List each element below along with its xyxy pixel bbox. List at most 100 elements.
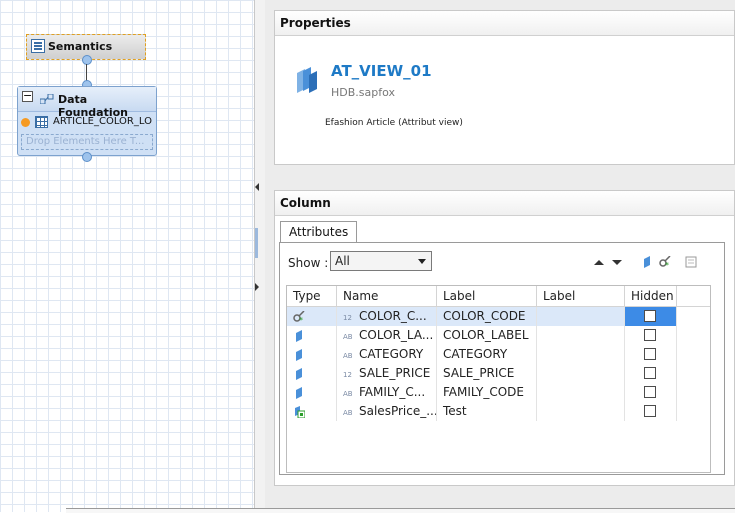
table-header: Type Name Label Label Column Hidden: [287, 286, 710, 323]
name-cell[interactable]: 12 SALE_PRICE: [337, 364, 437, 383]
hidden-checkbox[interactable]: [644, 405, 656, 417]
column-header-label[interactable]: Label: [437, 286, 537, 306]
properties-panel: Properties AT_VIEW_01 HDB.sapfox Efashio…: [274, 10, 735, 165]
hidden-cell: [625, 326, 677, 345]
drop-zone[interactable]: Drop Elements Here T...: [21, 134, 153, 150]
show-filter-select[interactable]: All: [330, 251, 432, 271]
package-name: HDB.sapfox: [331, 86, 396, 99]
hidden-checkbox[interactable]: [644, 329, 656, 341]
tab-attributes[interactable]: Attributes: [280, 221, 358, 243]
collapse-left-arrow-icon[interactable]: [255, 183, 259, 191]
table-item-label: ARTICLE_COLOR_LO: [53, 116, 152, 127]
view-description: Efashion Article (Attribut view): [325, 118, 463, 128]
table-row[interactable]: AB CATEGORY CATEGORY: [287, 345, 710, 364]
name-cell[interactable]: AB FAMILY_C...: [337, 383, 437, 402]
hidden-cell: [625, 383, 677, 402]
column-panel: Column Attributes Show : All * Type Name…: [274, 190, 735, 486]
hidden-cell: [625, 345, 677, 364]
name-value: COLOR_LA...: [359, 328, 434, 342]
label-column-cell[interactable]: [537, 326, 625, 345]
data-type-badge: AB: [343, 333, 353, 341]
key-attribute-icon: *: [293, 311, 305, 323]
semantics-connector[interactable]: [82, 55, 92, 65]
table-item[interactable]: ARTICLE_COLOR_LO: [18, 115, 156, 131]
name-value: COLOR_C...: [359, 309, 427, 323]
data-foundation-header: − Data Foundation: [18, 87, 156, 119]
connector-line: [86, 64, 87, 81]
name-cell[interactable]: 12 COLOR_C...: [337, 307, 437, 326]
svg-text:*: *: [299, 316, 303, 323]
status-dot-icon: [21, 118, 30, 127]
name-value: FAMILY_C...: [359, 385, 426, 399]
label-column-cell[interactable]: [537, 307, 625, 326]
hidden-cell: [625, 307, 677, 326]
type-cell: [287, 402, 337, 421]
remove-attribute-icon[interactable]: [685, 256, 697, 268]
data-type-badge: AB: [343, 409, 353, 417]
type-cell: [287, 345, 337, 364]
hidden-checkbox[interactable]: [644, 367, 656, 379]
name-value: CATEGORY: [359, 347, 424, 361]
properties-title: Properties: [275, 11, 734, 36]
table-row[interactable]: AB FAMILY_C... FAMILY_CODE: [287, 383, 710, 402]
name-value: SalesPrice_...: [359, 404, 437, 418]
name-cell[interactable]: AB CATEGORY: [337, 345, 437, 364]
table-row[interactable]: * 12 COLOR_C... COLOR_CODE: [287, 307, 710, 326]
show-label: Show :: [288, 256, 329, 270]
move-up-icon[interactable]: [593, 256, 605, 268]
svg-text:*: *: [665, 261, 669, 268]
data-foundation-node[interactable]: − Data Foundation ARTICLE_COLOR_LO Drop …: [17, 86, 157, 156]
table-row[interactable]: 12 SALE_PRICE SALE_PRICE: [287, 364, 710, 383]
hidden-checkbox[interactable]: [644, 310, 656, 322]
status-bar: [66, 508, 735, 513]
column-header-label-column[interactable]: Label Column: [537, 286, 625, 323]
label-cell[interactable]: CATEGORY: [437, 345, 537, 364]
name-cell[interactable]: AB SalesPrice_...: [337, 402, 437, 421]
expand-right-arrow-icon[interactable]: [255, 283, 259, 291]
right-panel: Properties AT_VIEW_01 HDB.sapfox Efashio…: [265, 0, 735, 512]
data-foundation-bottom-connector[interactable]: [82, 152, 92, 162]
collapse-icon[interactable]: −: [22, 90, 33, 102]
label-cell[interactable]: COLOR_LABEL: [437, 326, 537, 345]
add-key-attribute-icon[interactable]: *: [659, 256, 671, 268]
semantics-label: Semantics: [48, 40, 113, 53]
data-type-badge: AB: [343, 390, 353, 398]
splitter[interactable]: [255, 0, 265, 512]
show-filter-value: All: [335, 254, 350, 268]
attribute-icon: [296, 387, 302, 399]
data-type-badge: AB: [343, 352, 353, 360]
table-row[interactable]: AB COLOR_LA... COLOR_LABEL: [287, 326, 710, 345]
label-column-cell[interactable]: [537, 402, 625, 421]
column-header-hidden[interactable]: Hidden: [625, 286, 677, 306]
column-header-type[interactable]: Type: [287, 286, 337, 306]
label-column-cell[interactable]: [537, 364, 625, 383]
label-cell[interactable]: SALE_PRICE: [437, 364, 537, 383]
label-cell[interactable]: FAMILY_CODE: [437, 383, 537, 402]
splitter-handle[interactable]: [255, 228, 258, 258]
move-down-icon[interactable]: [611, 256, 623, 268]
label-cell[interactable]: COLOR_CODE: [437, 307, 537, 326]
column-header-name[interactable]: Name: [337, 286, 437, 306]
attribute-icon: [296, 330, 302, 342]
data-type-badge: 12: [343, 314, 352, 322]
table-row[interactable]: AB SalesPrice_... Test: [287, 402, 710, 421]
hidden-checkbox[interactable]: [644, 386, 656, 398]
attribute-view-icon: [297, 67, 317, 93]
hidden-checkbox[interactable]: [644, 348, 656, 360]
add-attribute-icon[interactable]: [641, 256, 653, 268]
label-cell[interactable]: Test: [437, 402, 537, 421]
column-title: Column: [275, 191, 734, 216]
hidden-cell: [625, 364, 677, 383]
attribute-icon: [296, 349, 302, 361]
data-foundation-icon: [40, 94, 54, 104]
calculated-attribute-icon: [295, 406, 305, 418]
table-icon: [35, 116, 48, 128]
label-column-cell[interactable]: [537, 345, 625, 364]
attribute-icon: [296, 368, 302, 380]
chevron-down-icon: [418, 259, 426, 264]
graph-canvas[interactable]: Semantics − Data Foundation ARTICLE_COLO…: [0, 0, 255, 512]
type-cell: [287, 326, 337, 345]
attributes-table: Type Name Label Label Column Hidden * 12 C…: [286, 285, 711, 473]
label-column-cell[interactable]: [537, 383, 625, 402]
name-cell[interactable]: AB COLOR_LA...: [337, 326, 437, 345]
